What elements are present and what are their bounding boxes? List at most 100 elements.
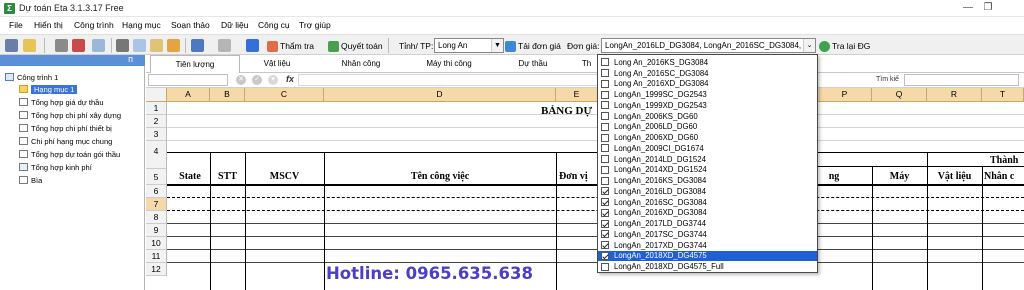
copy-icon[interactable] (133, 39, 146, 52)
col-header-r[interactable]: R (927, 88, 982, 102)
col-header-p[interactable]: P (818, 88, 872, 102)
row-header[interactable]: 2 (146, 115, 167, 128)
dropdown-option[interactable]: LongAn_2017SC_DG3744 (598, 229, 817, 240)
restore-button[interactable]: ❐ (978, 2, 998, 14)
function-icon[interactable]: fx (286, 74, 294, 84)
dropdown-option[interactable]: LongAn_2006XD_DG60 (598, 132, 817, 143)
row-header[interactable]: 7 (146, 198, 167, 211)
dropdown-option[interactable]: LongAn_2016XD_DG3084 (598, 208, 817, 219)
tree-root[interactable]: Công trình 1 (5, 71, 58, 83)
menu-hang-muc[interactable]: Hạng mục (122, 20, 161, 30)
cancel-icon[interactable]: ✕ (236, 75, 246, 85)
run-icon[interactable] (246, 39, 259, 52)
checkbox[interactable] (601, 219, 609, 228)
dropdown-option[interactable]: LongAn_2006KS_DG60 (598, 111, 817, 122)
checkbox[interactable] (601, 58, 609, 67)
col-header-q[interactable]: Q (872, 88, 927, 102)
menu-tro-giup[interactable]: Trợ giúp (299, 20, 331, 30)
tree-item[interactable]: Tổng hợp chi phí xây dựng (19, 109, 121, 121)
tham-tra-button[interactable]: Thẩm tra (267, 39, 314, 53)
open-folder-icon[interactable] (23, 39, 36, 52)
dropdown-option[interactable]: LongAn_2016LD_DG3084 (598, 186, 817, 197)
checkbox[interactable] (601, 165, 609, 174)
confirm-icon[interactable]: ✓ (252, 75, 262, 85)
checkbox[interactable] (601, 251, 609, 260)
checkbox[interactable] (601, 112, 609, 121)
col-header-d[interactable]: D (324, 88, 556, 102)
col-header-b[interactable]: B (210, 88, 245, 102)
menu-file[interactable]: File (9, 20, 23, 30)
checkbox[interactable] (601, 69, 609, 78)
print-preview-icon[interactable] (92, 39, 105, 52)
don-gia-select[interactable]: LongAn_2016LD_DG3084, LongAn_2016SC_DG30… (601, 38, 816, 53)
checkbox[interactable] (601, 262, 609, 271)
row-header[interactable]: 5 (146, 169, 167, 185)
dropdown-option[interactable]: LongAn_1999SC_DG2543 (598, 89, 817, 100)
dropdown-option[interactable]: LongAn_2016KS_DG3084 (598, 175, 817, 186)
dropdown-option[interactable]: LongAn_2016SC_DG3084 (598, 197, 817, 208)
row-header[interactable]: 11 (146, 250, 167, 263)
tree-item[interactable]: Tổng hợp giá dự thầu (19, 96, 104, 108)
dropdown-option[interactable]: LongAn_2018XD_DG4575_Full (598, 261, 817, 272)
checkbox[interactable] (601, 133, 609, 142)
don-gia-dropdown-list[interactable]: Long An_2016KS_DG3084 Long An_2016SC_DG30… (597, 54, 818, 273)
tai-don-gia-button[interactable]: Tải đơn giá (505, 39, 561, 53)
menu-soan-thao[interactable]: Soạn thảo (171, 20, 210, 30)
dropdown-option[interactable]: LongAn_2006LD_DG60 (598, 122, 817, 133)
checkbox[interactable] (601, 122, 609, 131)
menu-cong-trinh[interactable]: Công trình (74, 20, 114, 30)
col-header-t[interactable]: T (982, 88, 1024, 102)
dropdown-option[interactable]: LongAn_2009CI_DG1674 (598, 143, 817, 154)
row-header[interactable]: 3 (146, 128, 167, 141)
checkbox[interactable] (601, 230, 609, 239)
checkbox[interactable] (601, 90, 609, 99)
row-header[interactable]: 4 (146, 141, 167, 169)
tree-item[interactable]: Bìa (19, 174, 42, 186)
dropdown-option[interactable]: LongAn_2014XD_DG1524 (598, 165, 817, 176)
menu-cong-cu[interactable]: Công cụ (258, 20, 290, 30)
minimize-button[interactable]: — (958, 2, 978, 14)
dropdown-option[interactable]: LongAn_2018XD_DG4575 (598, 250, 817, 262)
cell-reference-box[interactable] (148, 74, 228, 86)
checkbox[interactable] (601, 208, 609, 217)
province-select[interactable]: Long An ▼ (434, 38, 504, 53)
checkbox[interactable] (601, 101, 609, 110)
undo-icon[interactable] (191, 39, 204, 52)
row-header[interactable]: 9 (146, 224, 167, 237)
spreadsheet[interactable]: A B C D E P Q R T 1 2 3 4 5 6 7 8 9 10 1… (146, 88, 1024, 290)
checkbox[interactable] (601, 241, 609, 250)
row-header[interactable]: 1 (146, 102, 167, 115)
checkbox[interactable] (601, 79, 609, 88)
dropdown-option[interactable]: LongAn_2017LD_DG3744 (598, 218, 817, 229)
format-painter-icon[interactable] (167, 39, 180, 52)
chevron-down-icon[interactable]: ▾ (268, 75, 278, 85)
save-icon[interactable] (55, 39, 68, 52)
tree-hang-muc[interactable]: Hạng mục 1 (19, 83, 78, 95)
checkbox[interactable] (601, 187, 609, 196)
dropdown-option[interactable]: LongAn_2017XD_DG3744 (598, 240, 817, 251)
cut-icon[interactable] (116, 39, 129, 52)
checkbox[interactable] (601, 176, 609, 185)
dropdown-option[interactable]: Long An_2016SC_DG3084 (598, 68, 817, 79)
col-header-c[interactable]: C (245, 88, 324, 102)
tab-th[interactable]: Th (574, 55, 599, 73)
menu-hien-thi[interactable]: Hiển thị (34, 20, 63, 30)
tab-du-thau[interactable]: Dự thầu (498, 55, 568, 73)
row-header[interactable]: 8 (146, 211, 167, 224)
tree-item[interactable]: Tổng hợp dự toán gói thầu (19, 148, 120, 160)
checkbox[interactable] (601, 198, 609, 207)
col-header-e[interactable]: E (556, 88, 598, 102)
corner-cell[interactable] (146, 88, 167, 102)
dropdown-option[interactable]: LongAn_2014LD_DG1524 (598, 154, 817, 165)
quyet-toan-button[interactable]: Quyết toán (328, 39, 383, 53)
menu-du-lieu[interactable]: Dữ liệu (221, 20, 248, 30)
tra-lai-button[interactable]: Tra lại ĐG (819, 39, 870, 53)
tab-may-thi-cong[interactable]: Máy thi công (406, 55, 492, 73)
redo-icon[interactable] (218, 39, 231, 52)
dropdown-option[interactable]: LongAn_1999XD_DG2543 (598, 100, 817, 111)
pin-icon[interactable]: ᴨ (128, 54, 133, 64)
checkbox[interactable] (601, 155, 609, 164)
dropdown-option[interactable]: Long An_2016XD_DG3084 (598, 79, 817, 90)
dropdown-option[interactable]: Long An_2016KS_DG3084 (598, 57, 817, 68)
row-header[interactable]: 10 (146, 237, 167, 250)
